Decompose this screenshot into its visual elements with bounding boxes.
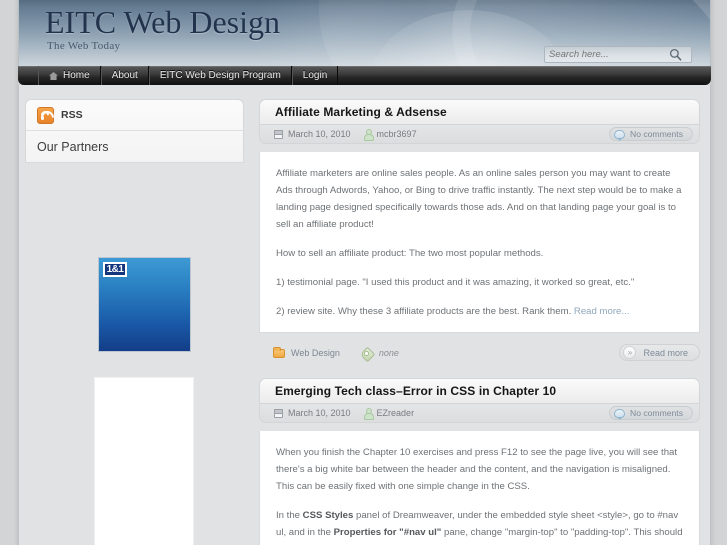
sidebar-widget-box: RSS Our Partners <box>25 99 244 163</box>
search-box[interactable] <box>544 46 692 63</box>
site-title: EITC Web Design <box>45 4 281 40</box>
post-paragraph-1: Affiliate marketers are online sales peo… <box>276 168 682 230</box>
post-paragraph-2: How to sell an affiliate product: The tw… <box>276 248 544 259</box>
post-comments-label: No comments <box>629 408 683 418</box>
rss-icon <box>37 106 57 127</box>
nav-item-about[interactable]: About <box>100 66 149 85</box>
post-body: Affiliate marketers are online sales peo… <box>259 152 700 333</box>
post-date: March 10, 2010 <box>274 129 351 139</box>
post-comments-label: No comments <box>629 129 683 139</box>
site-header: EITC Web Design The Web Today <box>18 0 711 66</box>
double-chevron-right-icon: » <box>623 346 637 359</box>
post-affiliate-marketing: Affiliate Marketing & Adsense March 10, … <box>259 99 700 333</box>
nav-item-login[interactable]: Login <box>291 66 339 85</box>
calendar-icon <box>274 129 283 139</box>
content-area: RSS Our Partners 1&1 Affiliate Marketing… <box>18 85 711 545</box>
nav-item-program-label: EITC Web Design Program <box>159 70 281 81</box>
rss-label: RSS <box>61 109 83 121</box>
post-author-label: mcbr3697 <box>376 129 417 139</box>
user-icon <box>363 129 374 141</box>
nav-item-about-label: About <box>111 70 138 81</box>
comment-bubble-icon <box>613 129 625 141</box>
post-paragraph-3: 1) testimonial page. "I used this produc… <box>276 277 635 288</box>
p2-bold-css-styles: CSS Styles <box>302 510 354 521</box>
post-paragraph-1: When you finish the Chapter 10 exercises… <box>276 447 678 492</box>
search-icon <box>669 48 681 61</box>
tag-icon <box>362 348 373 359</box>
1and1-logo: 1&1 <box>103 262 127 277</box>
calendar-icon <box>274 408 283 418</box>
site-tagline: The Web Today <box>47 40 121 52</box>
p2-bold-properties: Properties for "#nav ul" <box>333 527 442 538</box>
sidebar-rss-row[interactable]: RSS <box>26 100 243 131</box>
search-button[interactable] <box>663 47 687 62</box>
post-tags-label: none <box>378 348 399 358</box>
post-emerging-tech: Emerging Tech class–Error in CSS in Chap… <box>259 378 700 545</box>
home-icon <box>49 71 58 80</box>
read-more-button-label: Read more <box>643 347 688 358</box>
folder-icon <box>273 346 285 358</box>
post-category-label: Web Design <box>291 348 340 358</box>
read-more-inline-link[interactable]: Read more... <box>574 306 629 317</box>
partner-banner-1and1[interactable]: 1&1 <box>98 257 191 352</box>
post-date-label: March 10, 2010 <box>288 408 351 418</box>
post-header: Emerging Tech class–Error in CSS in Chap… <box>259 378 700 404</box>
post-tags[interactable]: none <box>362 348 399 359</box>
p2-pre: In the <box>276 510 303 521</box>
nav-item-home-label: Home <box>63 70 90 81</box>
post-paragraph-4: 2) review site. Why these 3 affiliate pr… <box>276 303 683 320</box>
user-icon <box>363 408 374 420</box>
read-more-button[interactable]: » Read more <box>619 344 700 361</box>
post-paragraph-2: In the CSS Styles panel of Dreamweaver, … <box>276 507 683 545</box>
nav-item-program[interactable]: EITC Web Design Program <box>148 66 292 85</box>
comment-bubble-icon <box>613 408 625 420</box>
post-author[interactable]: EZreader <box>363 408 415 420</box>
page-root: EITC Web Design The Web Today Home About <box>0 0 727 545</box>
post-paragraph-4-text: 2) review site. Why these 3 affiliate pr… <box>276 306 574 317</box>
post-category[interactable]: Web Design <box>273 346 340 358</box>
post-comments-badge[interactable]: No comments <box>608 127 693 141</box>
post-body: When you finish the Chapter 10 exercises… <box>259 431 700 545</box>
post-meta: March 10, 2010 EZreader No comments <box>259 404 700 423</box>
our-partners-heading: Our Partners <box>26 131 243 163</box>
post-title[interactable]: Emerging Tech class–Error in CSS in Chap… <box>275 384 556 398</box>
post-meta: March 10, 2010 mcbr3697 No comments <box>259 125 700 144</box>
post-date: March 10, 2010 <box>274 408 351 418</box>
nav-item-login-label: Login <box>302 70 328 81</box>
nav-item-home[interactable]: Home <box>38 66 101 85</box>
post-author-label: EZreader <box>376 408 415 418</box>
header-decoration-4 <box>369 10 569 66</box>
partner-banner-placeholder[interactable] <box>94 377 194 545</box>
post-footer: Web Design none » Read more <box>259 342 700 364</box>
post-date-label: March 10, 2010 <box>288 129 351 139</box>
post-author[interactable]: mcbr3697 <box>363 129 417 141</box>
post-title[interactable]: Affiliate Marketing & Adsense <box>275 105 447 119</box>
sidebar: RSS Our Partners 1&1 <box>19 85 250 545</box>
search-input[interactable] <box>545 47 663 62</box>
post-comments-badge[interactable]: No comments <box>608 406 693 420</box>
main-column: Affiliate Marketing & Adsense March 10, … <box>250 85 712 545</box>
post-header: Affiliate Marketing & Adsense <box>259 99 700 125</box>
main-navigation: Home About EITC Web Design Program Login <box>18 66 711 85</box>
